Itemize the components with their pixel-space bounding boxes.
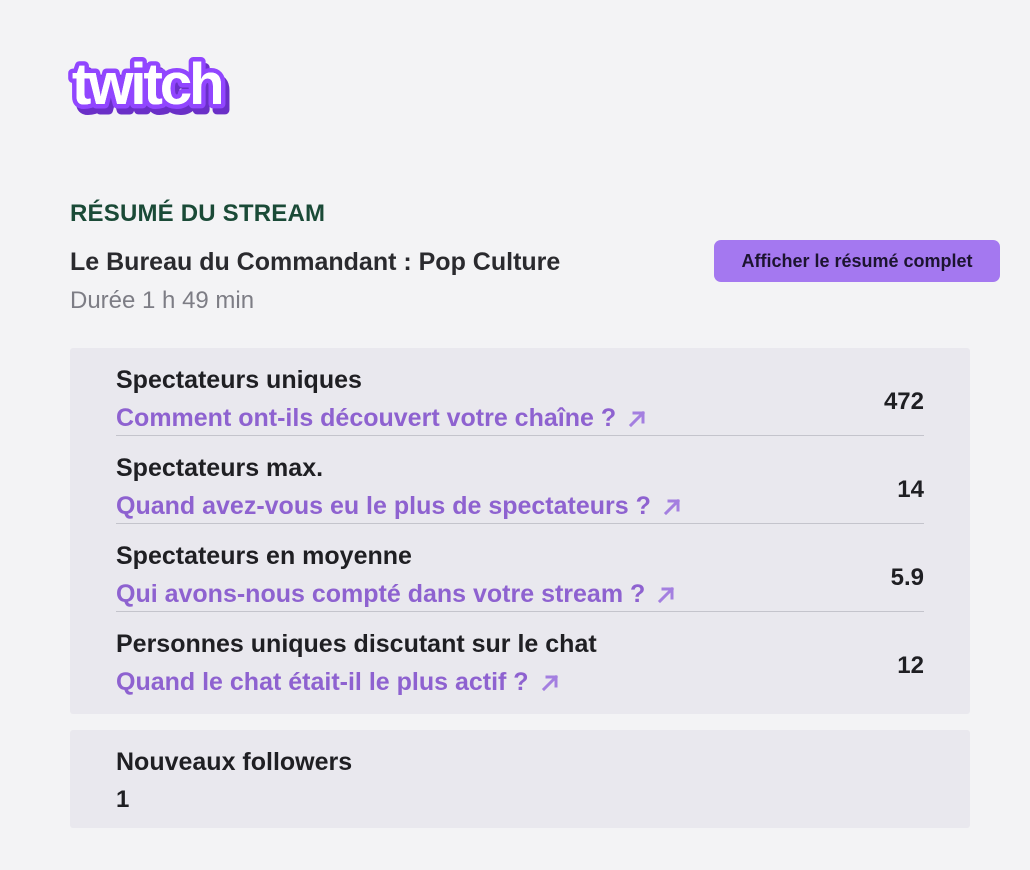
counted-viewers-link[interactable]: Qui avons-nous compté dans votre stream … [116,580,677,609]
arrow-up-right-icon [628,410,646,427]
stat-label: Personnes uniques discutant sur le chat [116,630,597,658]
stats-card: Spectateurs uniques Comment ont-ils déco… [70,348,970,714]
link-text: Quand le chat était-il le plus actif ? [116,668,529,696]
stat-row-average-viewers: Spectateurs en moyenne Qui avons-nous co… [116,524,924,612]
stat-row-max-viewers: Spectateurs max. Quand avez-vous eu le p… [116,436,924,524]
link-text: Comment ont-ils découvert votre chaîne ? [116,404,617,432]
section-title: RÉSUMÉ DU STREAM [70,200,326,227]
link-text: Quand avez-vous eu le plus de spectateur… [116,492,651,520]
stat-value: 14 [897,476,924,503]
discovery-link[interactable]: Comment ont-ils découvert votre chaîne ? [116,404,648,433]
followers-label: Nouveaux followers [116,748,353,776]
stat-value: 12 [897,652,924,679]
arrow-up-right-icon [663,498,681,515]
stream-duration: Durée 1 h 49 min [70,287,255,314]
stat-label: Spectateurs en moyenne [116,542,412,570]
stat-label: Spectateurs uniques [116,366,362,394]
full-summary-button[interactable]: Afficher le résumé complet [714,240,1000,282]
stat-label: Spectateurs max. [116,454,324,482]
stream-title: Le Bureau du Commandant : Pop Culture [70,248,561,276]
arrow-up-right-icon [658,586,675,603]
stat-value: 5.9 [890,564,924,591]
stat-row-unique-chatters: Personnes uniques discutant sur le chat … [116,612,924,700]
stat-value: 472 [883,388,924,415]
chat-activity-link[interactable]: Quand le chat était-il le plus actif ? [116,668,561,697]
svg-text:twitch: twitch [72,52,222,117]
arrow-up-right-icon [541,674,558,691]
twitch-logo[interactable]: twitch twitch twitch [68,52,254,120]
peak-viewers-link[interactable]: Quand avez-vous eu le plus de spectateur… [116,492,683,521]
followers-card: Nouveaux followers 1 [70,730,970,828]
link-text: Qui avons-nous compté dans votre stream … [116,580,646,608]
followers-value: 1 [116,786,130,813]
stat-row-unique-viewers: Spectateurs uniques Comment ont-ils déco… [116,348,924,436]
